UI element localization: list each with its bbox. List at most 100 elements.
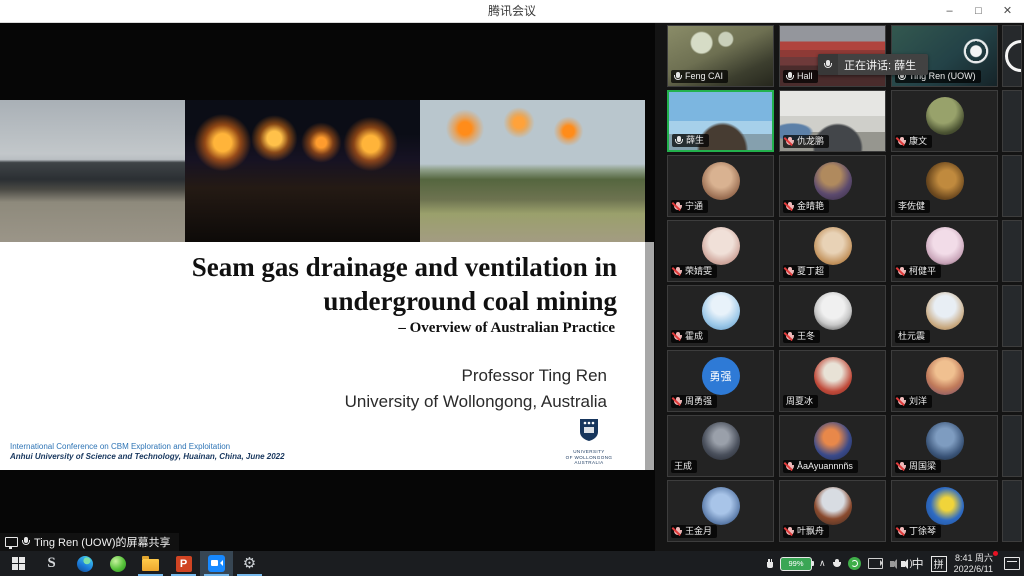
tray-time: 8:41 周六 [955,553,993,563]
participant-tile[interactable]: 康文 [891,90,998,152]
minimize-button[interactable]: – [935,0,964,21]
participant-label: 丁徐琴 [895,525,941,538]
participant-tile[interactable]: 杜元震 [891,285,998,347]
mic-muted-icon [898,267,906,277]
photo-gas-flares-field [420,100,645,242]
banner-mic-icon [22,537,30,547]
mic-muted-icon [898,462,906,472]
participant-name: 叶飘舟 [797,526,824,537]
participant-tile[interactable]: 叶飘舟 [779,480,886,542]
participant-tile-partial[interactable] [1002,350,1022,412]
participant-tile[interactable]: 周夏冰 [779,350,886,412]
participant-tile[interactable]: 王成 [667,415,774,477]
participant-name: 宁通 [685,201,703,212]
tray-volume-icon[interactable] [901,561,905,567]
tray-date: 2022/6/11 [954,564,993,574]
window-controls: –□✕ [935,0,1022,21]
participant-tile[interactable]: 夏丁超 [779,220,886,282]
conference-footer: International Conference on CBM Explorat… [10,442,285,462]
taskbar-start-button[interactable] [2,551,35,576]
participant-tile[interactable]: 王冬 [779,285,886,347]
mic-icon [674,72,682,82]
speaking-toast-label: 正在讲话: 薛生 [844,57,916,73]
taskbar-edge-button[interactable] [68,551,101,576]
tray-expand-chevron[interactable]: ∧ [819,558,826,569]
power-plug-icon [767,562,773,568]
participant-name: 薛生 [686,135,704,146]
mic-icon [786,72,794,82]
settings-gear-icon: ⚙ [243,556,256,571]
participant-tile[interactable]: 勇强周勇强 [667,350,774,412]
ime-language-indicator[interactable]: 中 [912,555,924,572]
tray-camera-icon[interactable] [868,558,883,569]
taskbar-tencent-meeting-button[interactable] [200,551,233,576]
participant-label: 周夏冰 [783,395,818,408]
participant-tile[interactable]: 丁徐琴 [891,480,998,542]
participant-tile[interactable]: ÅaAyuannnñs [779,415,886,477]
participant-avatar [702,162,740,200]
ime-mode-indicator[interactable]: 拼 [931,556,947,572]
tray-green-app-icon[interactable] [848,557,861,570]
participant-tile[interactable]: 王金月 [667,480,774,542]
participant-tile[interactable]: 李佐健 [891,155,998,217]
participant-tile[interactable]: 荣婧雯 [667,220,774,282]
taskbar-settings-button[interactable]: ⚙ [233,551,266,576]
uow-logo-icon [579,418,599,442]
powerpoint-icon: P [176,556,192,572]
participant-tile[interactable]: 金晴艳 [779,155,886,217]
screen-share-label: Ting Ren (UOW)的屏幕共享 [34,534,171,550]
participant-tile[interactable]: 霍成 [667,285,774,347]
participant-tile[interactable]: 柯健平 [891,220,998,282]
close-button[interactable]: ✕ [993,0,1022,21]
participant-label: 宁通 [671,200,708,213]
participant-avatar [926,292,964,330]
participant-tile[interactable]: 仇龙鹏 [779,90,886,152]
participant-tile-partial[interactable] [1002,155,1022,217]
taskbar-app-s-button[interactable]: S [35,551,68,576]
slide-title-line1: Seam gas drainage and ventilation in [0,242,645,284]
taskbar-green-browser-button[interactable] [101,551,134,576]
mic-muted-icon [674,202,682,212]
photo-silos-night-flames [185,100,420,242]
participant-name: Feng CAI [685,71,723,82]
screen-share-icon [5,537,18,547]
participant-tile[interactable]: 刘洋 [891,350,998,412]
participant-tile-partial[interactable] [1002,90,1022,152]
participant-tile[interactable]: 宁通 [667,155,774,217]
toast-mic-box [818,54,838,75]
participant-name: 王成 [674,461,692,472]
participant-avatar [926,227,964,265]
participant-label: 王金月 [671,525,717,538]
action-center-icon[interactable] [1004,557,1020,570]
maximize-button[interactable]: □ [964,0,993,21]
participant-tile-partial[interactable] [1002,220,1022,282]
participant-tile-partial[interactable] [1002,415,1022,477]
participant-name: 仇龙鹏 [797,136,824,147]
participant-avatar [926,162,964,200]
video-logo-ring-icon [1005,40,1022,72]
participant-tile-partial[interactable] [1002,285,1022,347]
slide-scrollbar[interactable] [645,242,654,470]
participant-name: 王金月 [685,526,712,537]
mic-muted-icon [674,397,682,407]
mic-muted-icon [786,267,794,277]
participant-name: Hall [797,71,813,82]
tray-mic-icon[interactable] [833,559,841,569]
mic-muted-icon [674,267,682,277]
battery-indicator[interactable]: 99% [780,557,812,571]
taskbar-powerpoint-button[interactable]: P [167,551,200,576]
participant-tile-partial[interactable] [1002,480,1022,542]
participant-tile[interactable]: 薛生 [667,90,774,152]
slide-title-line2: underground coal mining [0,284,645,318]
participant-tile[interactable]: 周国梁 [891,415,998,477]
participant-tile-partial[interactable] [1002,25,1022,87]
clock[interactable]: 8:41 周六 2022/6/11 [954,553,995,574]
participant-label: 周勇强 [671,395,717,408]
participant-avatar [702,292,740,330]
tray-speaker-muted-icon[interactable] [890,561,894,567]
participant-label: Feng CAI [671,70,728,83]
participant-tile[interactable]: Feng CAI [667,25,774,87]
taskbar-file-explorer-button[interactable] [134,551,167,576]
screen-share-banner: Ting Ren (UOW)的屏幕共享 [0,533,179,551]
mic-muted-icon [786,202,794,212]
